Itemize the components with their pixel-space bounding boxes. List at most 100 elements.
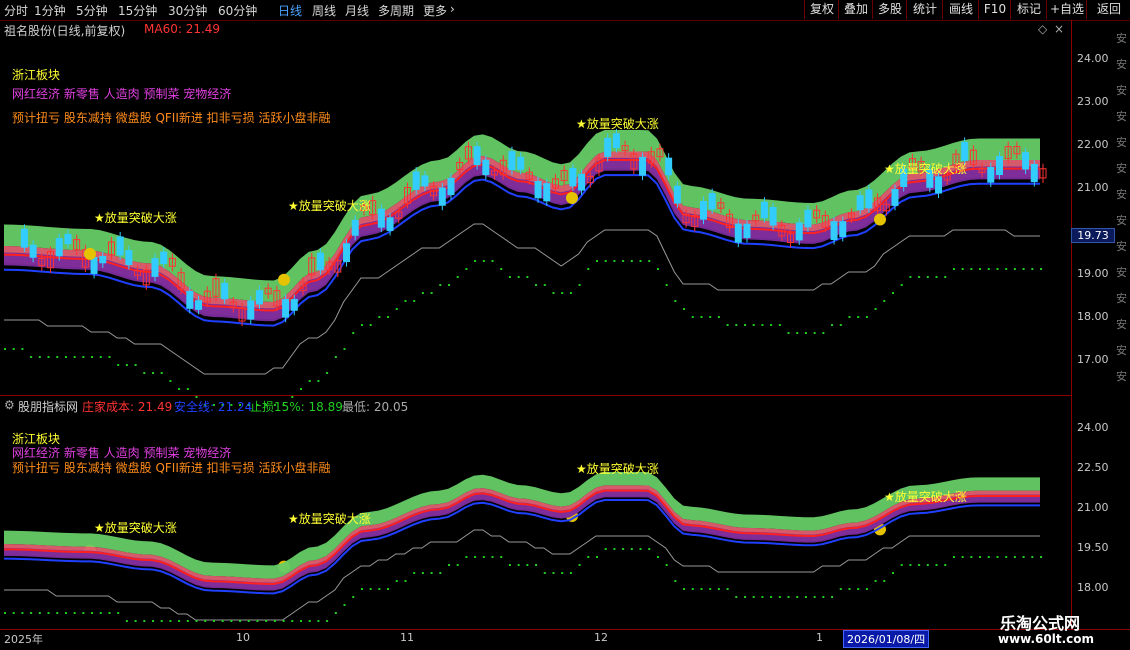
side-strip-char: 安 xyxy=(1116,344,1127,357)
candle-body xyxy=(1030,163,1038,183)
gear-icon[interactable]: ⚙ xyxy=(4,398,15,412)
sub-support-dot xyxy=(1031,556,1034,558)
sub-support-dot xyxy=(352,596,355,598)
support-dot xyxy=(64,356,67,358)
sub-support-dot xyxy=(421,572,424,574)
period-tab-fenshi[interactable]: 分时 xyxy=(4,2,28,19)
sub-support-dot xyxy=(334,612,337,614)
period-tab-1min[interactable]: 1分钟 xyxy=(34,2,66,19)
sub-support-dot xyxy=(778,596,781,598)
period-tab-30min[interactable]: 30分钟 xyxy=(168,2,207,19)
support-dot xyxy=(970,268,973,270)
statistics-button[interactable]: 统计 xyxy=(906,0,943,19)
support-dot xyxy=(709,316,712,318)
support-dot xyxy=(578,284,581,286)
y-tick-label: 22.00 xyxy=(1077,138,1109,151)
period-tab-5min[interactable]: 5分钟 xyxy=(76,2,108,19)
period-tab-multi[interactable]: 多周期 xyxy=(378,2,414,19)
sub-support-dot xyxy=(491,556,494,558)
candle-body xyxy=(473,146,481,166)
sub-support-dot xyxy=(4,612,6,614)
period-tab-more[interactable]: 更多 xyxy=(423,2,447,19)
sub-y-tick-label: 22.50 xyxy=(1077,461,1109,474)
mark-button[interactable]: 标记 xyxy=(1010,0,1047,19)
support-dot xyxy=(996,268,999,270)
period-tab-15min[interactable]: 15分钟 xyxy=(118,2,157,19)
sub-support-dot xyxy=(143,620,146,622)
support-dot xyxy=(387,316,390,318)
sub-support-dot xyxy=(970,556,973,558)
period-tab-daily[interactable]: 日线 xyxy=(278,2,302,19)
sub-support-dot xyxy=(578,564,581,566)
sub-support-dot xyxy=(639,548,642,550)
sub-support-dot xyxy=(961,556,964,558)
watermark-url: www.60lt.com xyxy=(998,632,1095,646)
sub-support-dot xyxy=(987,556,990,558)
y-tick-label: 23.00 xyxy=(1077,95,1109,108)
candle-body xyxy=(995,156,1003,176)
sub-support-dot xyxy=(569,572,572,574)
sub-y-tick-label: 18.00 xyxy=(1077,581,1109,594)
support-dot xyxy=(848,316,851,318)
sub-y-tick-label: 19.50 xyxy=(1077,541,1109,554)
sub-support-dot xyxy=(134,620,137,622)
chevron-right-icon[interactable]: › xyxy=(450,2,455,16)
support-dot xyxy=(474,260,477,262)
multi-stock-button[interactable]: 多股 xyxy=(872,0,907,19)
period-tab-60min[interactable]: 60分钟 xyxy=(218,2,257,19)
signal-label: ★放量突破大涨 xyxy=(884,490,967,504)
candle-body xyxy=(55,238,63,257)
support-dot xyxy=(160,372,163,374)
side-strip-char: 安 xyxy=(1116,318,1127,331)
support-dot xyxy=(770,324,773,326)
sub-support-dot xyxy=(665,564,668,566)
sub-support-dot xyxy=(47,612,50,614)
period-tab-weekly[interactable]: 周线 xyxy=(312,2,336,19)
overlay-button[interactable]: 叠加 xyxy=(838,0,873,19)
candle-body xyxy=(412,171,420,190)
money-bag-icon xyxy=(874,213,886,226)
add-watchlist-button[interactable]: +自选 xyxy=(1046,0,1087,19)
sub-support-dot xyxy=(883,580,886,582)
money-bag-icon xyxy=(278,273,290,286)
sub-support-dot xyxy=(761,596,764,598)
sub-support-dot xyxy=(656,556,659,558)
date-tick: 10 xyxy=(236,631,250,644)
support-dot xyxy=(186,388,189,390)
sub-support-dot xyxy=(500,556,503,558)
sub-support-dot xyxy=(82,612,85,614)
sub-support-dot xyxy=(874,580,877,582)
concept-tags-line1: 网红经济 新零售 人造肉 预制菜 宠物经济 xyxy=(12,87,232,101)
candle-body xyxy=(377,208,385,228)
f10-button[interactable]: F10 xyxy=(978,0,1011,19)
site-watermark: 乐淘公式网 www.60lt.com xyxy=(986,606,1126,650)
support-dot xyxy=(952,268,955,270)
sub-support-dot xyxy=(91,612,94,614)
sub-support-dot xyxy=(1022,556,1025,558)
back-button[interactable]: 返回 xyxy=(1086,0,1130,19)
sub-support-dot xyxy=(822,596,825,598)
support-dot xyxy=(1005,268,1008,270)
support-dot xyxy=(56,356,59,358)
period-tab-monthly[interactable]: 月线 xyxy=(345,2,369,19)
sub-y-tick-label: 24.00 xyxy=(1077,421,1109,434)
support-dot xyxy=(369,324,372,326)
sub-support-dot xyxy=(1013,556,1016,558)
draw-line-button[interactable]: 画线 xyxy=(942,0,979,19)
sub-support-dot xyxy=(369,588,372,590)
support-dot xyxy=(865,316,868,318)
support-dot xyxy=(561,292,564,294)
candle-body xyxy=(99,255,107,264)
sub-support-dot xyxy=(456,564,459,566)
sub-support-dot xyxy=(56,612,59,614)
fuquan-button[interactable]: 复权 xyxy=(804,0,839,19)
support-dot xyxy=(543,284,546,286)
sub-support-dot xyxy=(21,612,24,614)
signal-label: ★放量突破大涨 xyxy=(884,162,967,176)
support-dot xyxy=(73,356,76,358)
date-axis-divider xyxy=(0,629,1130,630)
sub-support-dot xyxy=(465,556,468,558)
sub-support-dot xyxy=(552,572,555,574)
sub-support-dot xyxy=(848,588,851,590)
support-dot xyxy=(448,284,450,286)
